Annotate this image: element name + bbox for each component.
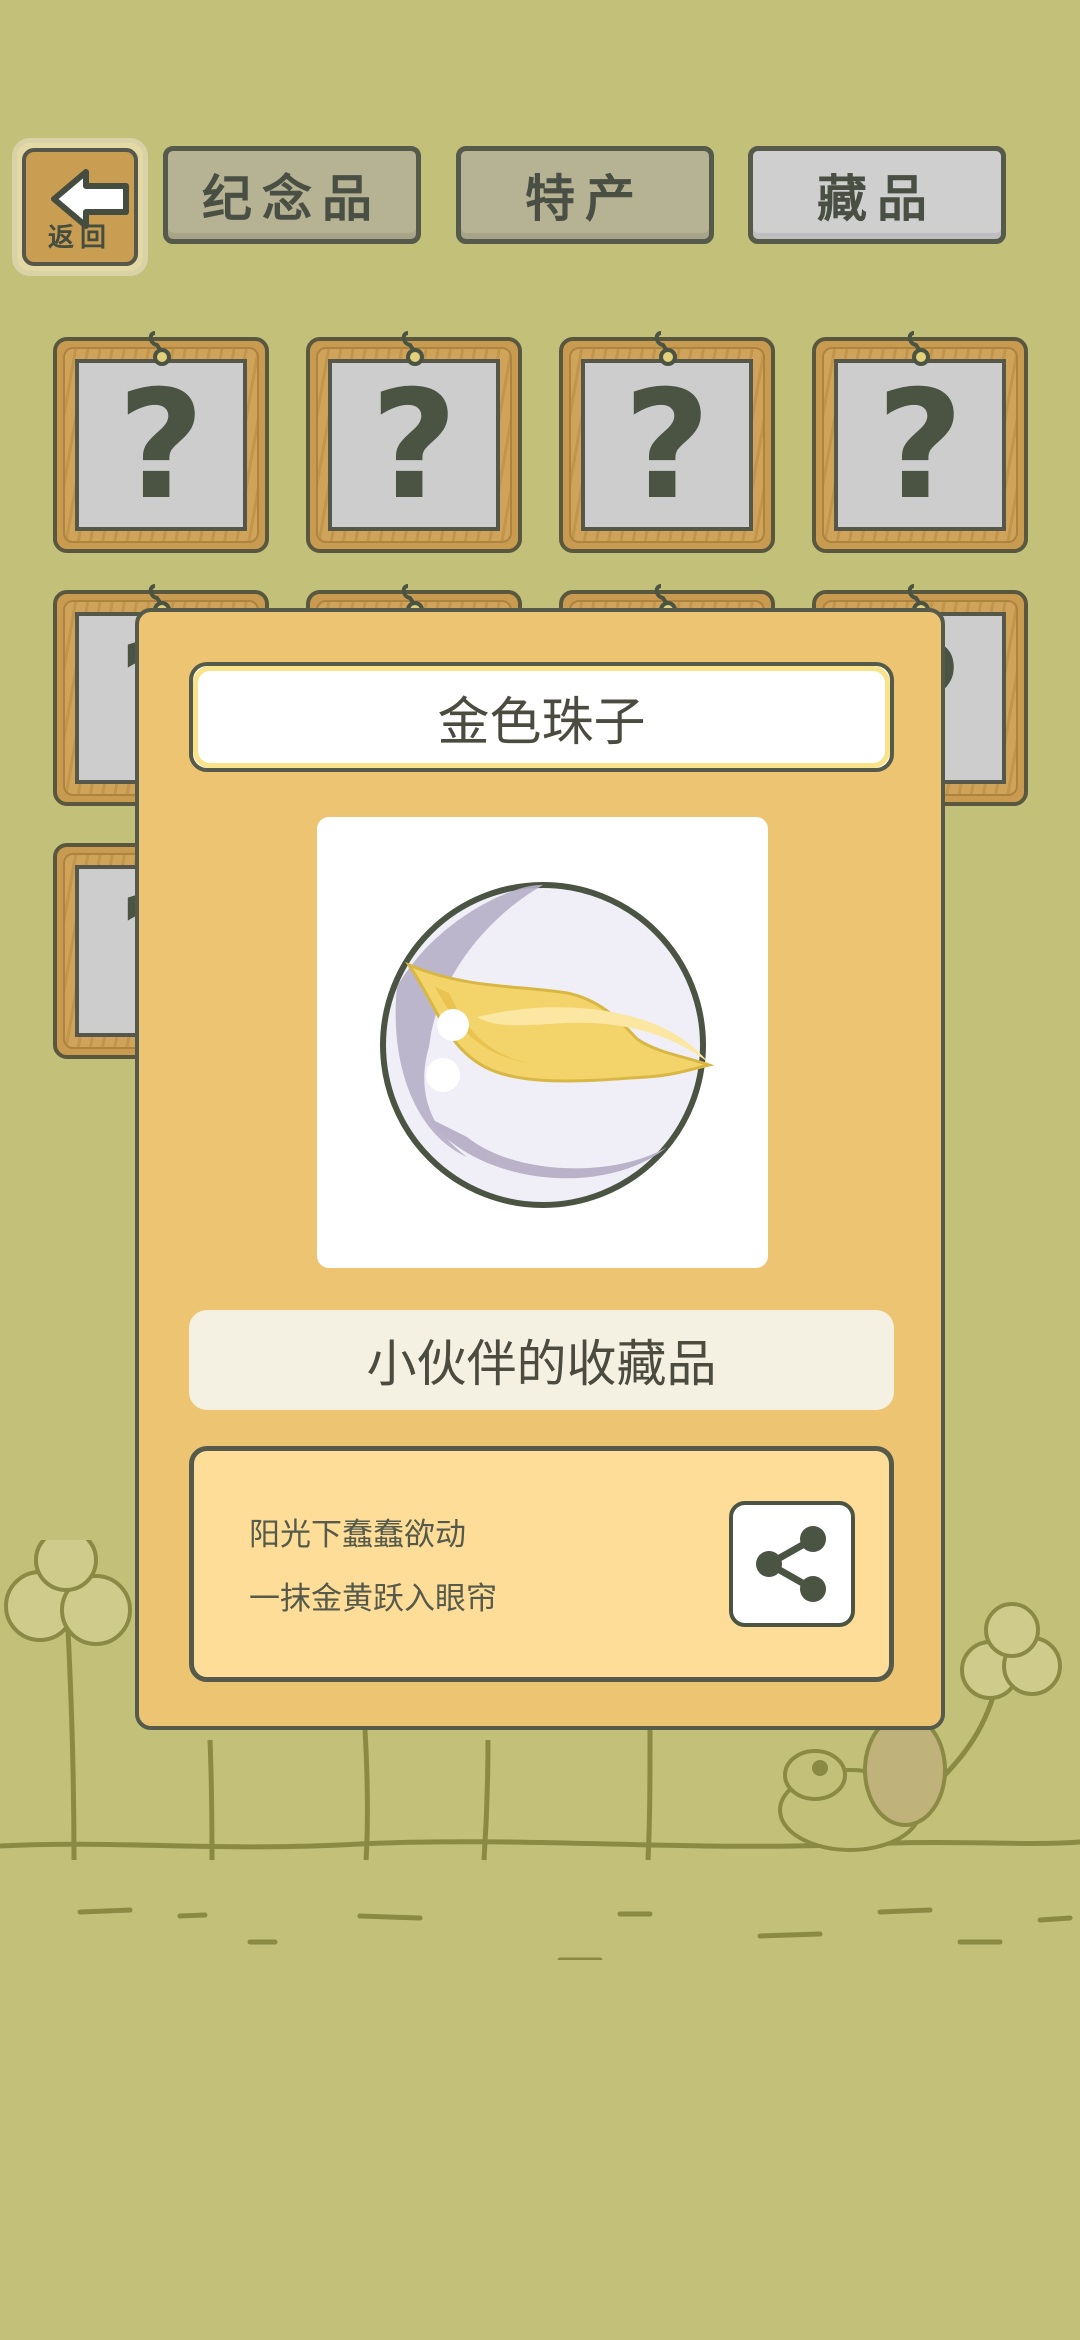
item-name: 金色珠子 bbox=[198, 671, 885, 763]
share-icon bbox=[756, 1526, 826, 1602]
question-mark: ? bbox=[876, 359, 964, 533]
golden-marble-icon bbox=[380, 882, 715, 1208]
item-image-frame bbox=[317, 817, 768, 1268]
collection-slot[interactable]: ? bbox=[812, 331, 1028, 553]
item-title-box: 金色珠子 bbox=[189, 662, 894, 772]
slot-plate: ? bbox=[834, 359, 1006, 531]
slot-plate: ? bbox=[328, 359, 500, 531]
tab-specialties[interactable]: 特产 bbox=[456, 146, 714, 244]
slot-plate: ? bbox=[581, 359, 753, 531]
collection-slot[interactable]: ? bbox=[53, 331, 269, 553]
back-button[interactable]: 返回 bbox=[12, 138, 148, 276]
item-detail-dialog: 金色珠子 小伙伴的收藏品 阳光下蠢蠢欲动 一抹金黄跃入眼帘 bbox=[135, 608, 945, 1730]
question-mark: ? bbox=[370, 359, 458, 533]
item-category: 小伙伴的收藏品 bbox=[189, 1310, 894, 1410]
description-line-2: 一抹金黄跃入眼帘 bbox=[249, 1581, 497, 1617]
tab-collectibles[interactable]: 藏品 bbox=[748, 146, 1006, 244]
slot-plate: ? bbox=[75, 359, 247, 531]
question-mark: ? bbox=[623, 359, 711, 533]
item-description-box: 阳光下蠢蠢欲动 一抹金黄跃入眼帘 bbox=[189, 1446, 894, 1682]
question-mark: ? bbox=[117, 359, 205, 533]
back-label: 返回 bbox=[47, 223, 112, 253]
hook-icon bbox=[401, 331, 424, 366]
collection-slot[interactable]: ? bbox=[559, 331, 775, 553]
share-button[interactable] bbox=[729, 1501, 855, 1627]
hook-icon bbox=[907, 331, 930, 366]
hook-icon bbox=[148, 331, 171, 366]
description-line-1: 阳光下蠢蠢欲动 bbox=[249, 1517, 466, 1553]
tab-souvenirs[interactable]: 纪念品 bbox=[163, 146, 421, 244]
hook-icon bbox=[654, 331, 677, 366]
collection-slot[interactable]: ? bbox=[306, 331, 522, 553]
